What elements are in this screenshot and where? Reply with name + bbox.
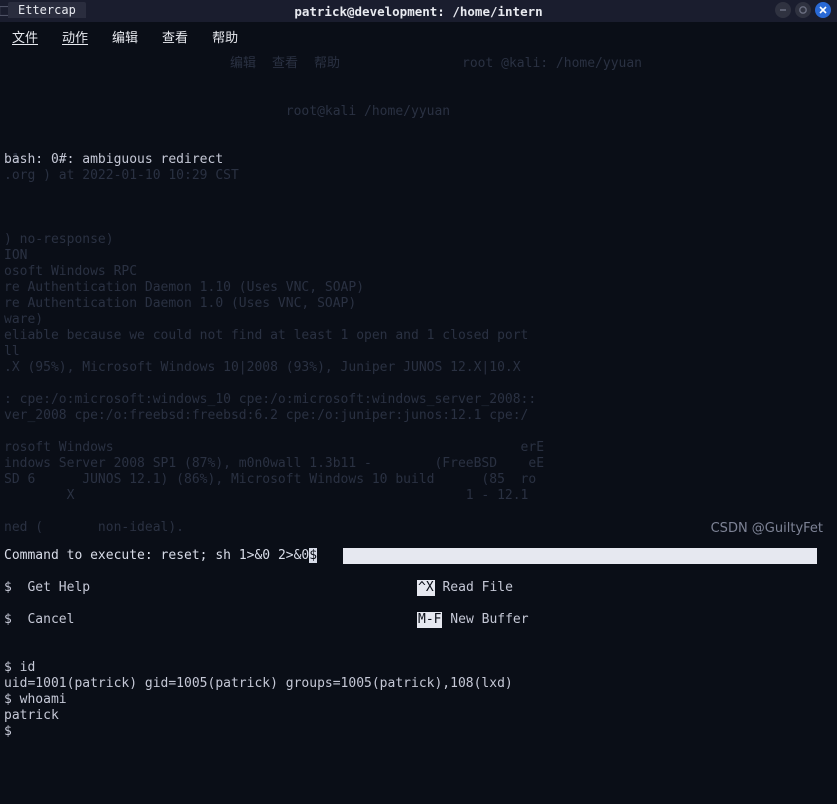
close-button[interactable] bbox=[815, 2, 831, 18]
nano-command-input-bar[interactable] bbox=[343, 548, 817, 564]
cursor: $ bbox=[309, 548, 317, 563]
nano-help-new-buffer: New Buffer bbox=[442, 612, 528, 628]
menubar: 文件 动作 编辑 查看 帮助 bbox=[0, 22, 837, 50]
titlebar: Ettercap patrick@development: /home/inte… bbox=[0, 0, 837, 22]
shell-line: $ id bbox=[4, 660, 35, 675]
nano-help-row-1: $ Get Help^X Read File bbox=[4, 580, 833, 596]
nano-command-row: Command to execute: reset; sh 1>&0 2>&0$ bbox=[4, 548, 833, 564]
app-name-tab: Ettercap bbox=[8, 2, 86, 18]
terminal-output: bash: 0#: ambiguous redirect Command to … bbox=[4, 136, 833, 772]
nano-help-get-help: Get Help bbox=[20, 580, 90, 595]
menu-file[interactable]: 文件 bbox=[8, 25, 42, 48]
maximize-button[interactable] bbox=[795, 2, 811, 18]
nano-command-prompt: Command to execute: reset; sh 1>&0 2>&0$ bbox=[4, 548, 317, 564]
window-controls bbox=[775, 2, 831, 18]
shell-output: $ id uid=1001(patrick) gid=1005(patrick)… bbox=[4, 644, 833, 740]
menu-action[interactable]: 动作 bbox=[58, 25, 92, 48]
window-title: patrick@development: /home/intern bbox=[294, 4, 542, 19]
watermark: CSDN @GuiltyFet bbox=[711, 521, 823, 536]
shell-line: $ bbox=[4, 724, 12, 739]
bash-error-line: bash: 0#: ambiguous redirect bbox=[4, 152, 223, 167]
shell-line: uid=1001(patrick) gid=1005(patrick) grou… bbox=[4, 676, 513, 691]
nano-help-read-file: Read File bbox=[435, 580, 513, 596]
nano-help-cancel: Cancel bbox=[20, 612, 75, 627]
menu-view[interactable]: 查看 bbox=[158, 25, 192, 48]
nano-help-row-2: $ CancelM-F New Buffer bbox=[4, 612, 833, 628]
nano-key-read-file: ^X bbox=[417, 580, 435, 596]
shell-line: $ whoami bbox=[4, 692, 67, 707]
minimize-button[interactable] bbox=[775, 2, 791, 18]
menu-edit[interactable]: 编辑 bbox=[108, 25, 142, 48]
nano-key-new-buffer: M-F bbox=[417, 612, 442, 628]
menu-help[interactable]: 帮助 bbox=[208, 25, 242, 48]
terminal-body[interactable]: 编辑查看帮助 root @kali: /home/yyuan root@kali… bbox=[0, 50, 837, 546]
shell-line: patrick bbox=[4, 708, 59, 723]
